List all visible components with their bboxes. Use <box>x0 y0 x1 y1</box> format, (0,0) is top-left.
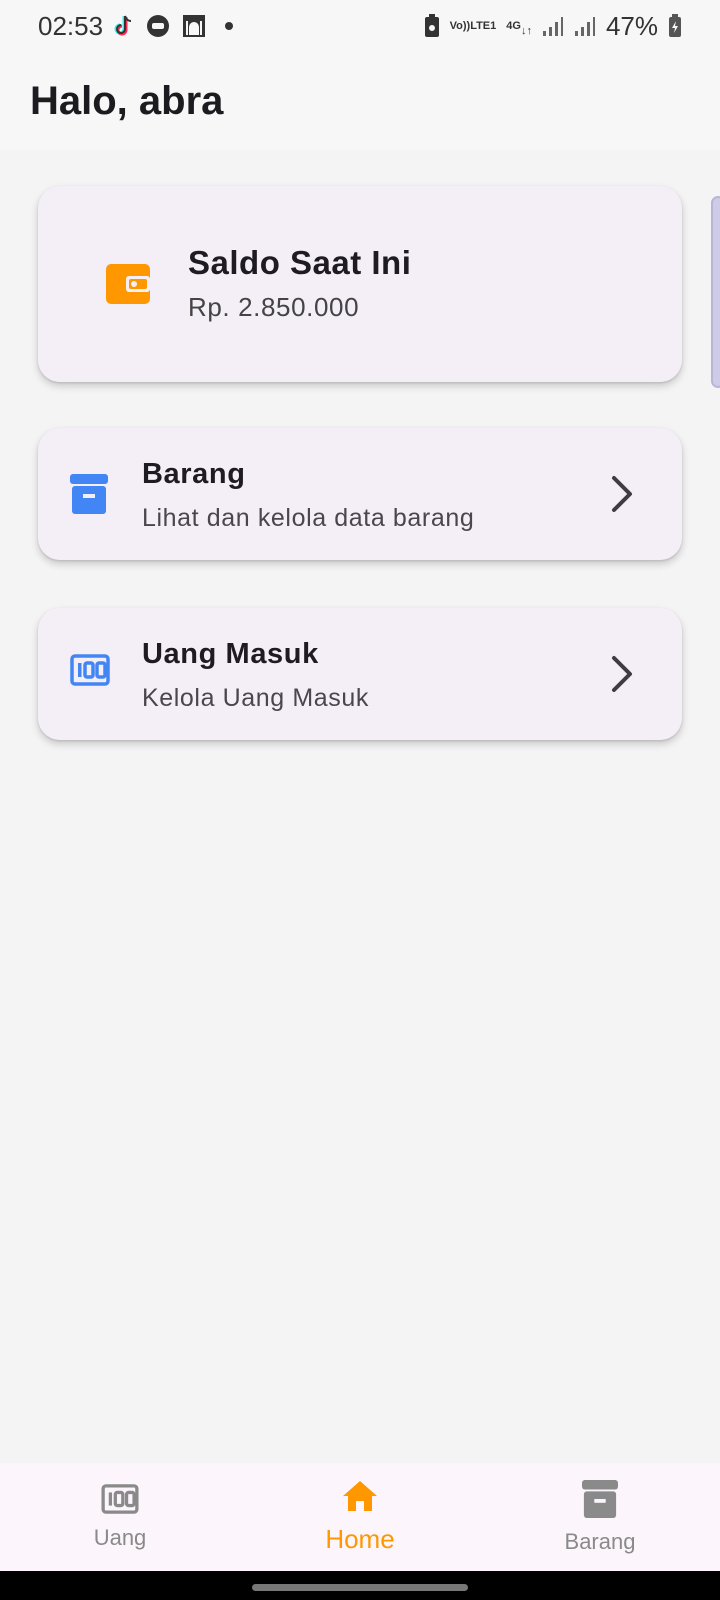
nav-item-home[interactable]: Home <box>240 1463 480 1571</box>
balance-title: Saldo Saat Ini <box>188 244 412 281</box>
volte-top: Vo)) <box>449 20 471 32</box>
chevron-right-icon <box>610 474 634 519</box>
status-right: Vo)) LTE1 4G ↓↑ 47% <box>424 11 682 42</box>
gesture-handle[interactable] <box>252 1584 468 1591</box>
menu-card-barang-title: Barang <box>142 458 246 490</box>
money-100-icon <box>101 1483 139 1519</box>
chat-bubble-icon <box>145 13 171 39</box>
app-bar: Halo, abra <box>0 52 720 150</box>
archive-box-icon <box>582 1479 618 1523</box>
menu-card-barang-subtitle: Lihat dan kelola data barang <box>142 504 475 532</box>
menu-card-barang[interactable]: Barang Lihat dan kelola data barang <box>38 428 682 560</box>
menu-card-uang-masuk-title: Uang Masuk <box>142 638 319 670</box>
network-type-icon: 4G ↓↑ <box>506 20 532 37</box>
signal-icon-1 <box>542 15 564 37</box>
network-type: 4G <box>506 20 521 32</box>
volte-icon: Vo)) LTE1 <box>449 20 497 32</box>
status-time: 02:53 <box>38 10 104 41</box>
nav-item-uang[interactable]: Uang <box>0 1463 240 1571</box>
nav-label-barang: Barang <box>564 1528 636 1554</box>
page-title: Halo, abra <box>30 78 224 123</box>
tiktok-icon <box>113 14 135 38</box>
volte-bottom: LTE1 <box>470 20 497 32</box>
balance-card: Saldo Saat Ini Rp. 2.850.000 <box>38 186 682 382</box>
nav-item-barang[interactable]: Barang <box>480 1463 720 1571</box>
battery-percent: 47% <box>605 10 658 41</box>
status-left: 02:53 <box>38 10 234 42</box>
notification-dot <box>225 22 234 30</box>
status-bar: 02:53 Vo)) LTE1 4G ↓↑ 47% <box>0 0 720 52</box>
nav-label-home: Home <box>325 1524 395 1554</box>
wallet-icon <box>104 260 152 313</box>
menu-card-uang-masuk-subtitle: Kelola Uang Masuk <box>142 684 369 712</box>
battery-icon <box>668 14 682 38</box>
money-100-icon <box>70 654 110 691</box>
balance-value: Rp. 2.850.000 <box>188 292 360 322</box>
menu-card-uang-masuk[interactable]: Uang Masuk Kelola Uang Masuk <box>38 608 682 740</box>
bottom-navigation: Uang Home Barang <box>0 1463 720 1571</box>
chevron-right-icon <box>610 654 634 699</box>
archive-box-icon <box>70 474 108 519</box>
screen: 02:53 Vo)) LTE1 4G ↓↑ 47% Halo, abra Sal… <box>0 0 720 1600</box>
battery-saver-icon <box>424 14 440 38</box>
home-icon <box>341 1479 379 1518</box>
nav-label-uang: Uang <box>93 1524 147 1550</box>
signal-icon-2 <box>574 15 596 37</box>
mosque-icon <box>181 13 207 39</box>
next-card-peek[interactable] <box>711 196 720 388</box>
